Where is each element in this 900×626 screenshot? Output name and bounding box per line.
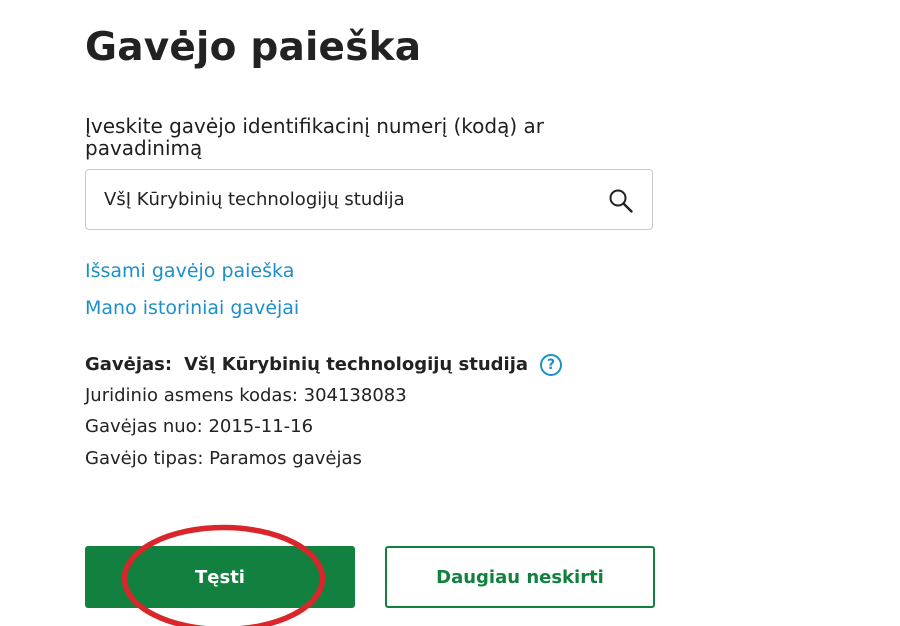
- search-input[interactable]: [104, 170, 584, 229]
- recipient-summary: Gavėjas: VšĮ Kūrybinių technologijų stud…: [85, 354, 563, 376]
- page: Gavėjo paieška Įveskite gavėjo identifik…: [0, 0, 900, 626]
- recipient-name: VšĮ Kūrybinių technologijų studija: [184, 354, 529, 375]
- advanced-search-link[interactable]: Išsami gavėjo paieška: [85, 260, 294, 282]
- recipient-type: Gavėjo tipas: Paramos gavėjas: [85, 448, 362, 469]
- search-label: Įveskite gavėjo identifikacinį numerį (k…: [85, 114, 544, 160]
- history-recipients-link[interactable]: Mano istoriniai gavėjai: [85, 297, 299, 319]
- search-icon[interactable]: [608, 188, 634, 214]
- recipient-label: Gavėjas:: [85, 354, 173, 375]
- recipient-code: Juridinio asmens kodas: 304138083: [85, 385, 407, 406]
- search-box[interactable]: [85, 169, 653, 230]
- help-icon[interactable]: ?: [540, 354, 563, 376]
- recipient-since: Gavėjas nuo: 2015-11-16: [85, 416, 314, 437]
- page-title: Gavėjo paieška: [85, 25, 422, 70]
- continue-button[interactable]: Tęsti: [85, 546, 355, 608]
- no-more-button[interactable]: Daugiau neskirti: [385, 546, 655, 608]
